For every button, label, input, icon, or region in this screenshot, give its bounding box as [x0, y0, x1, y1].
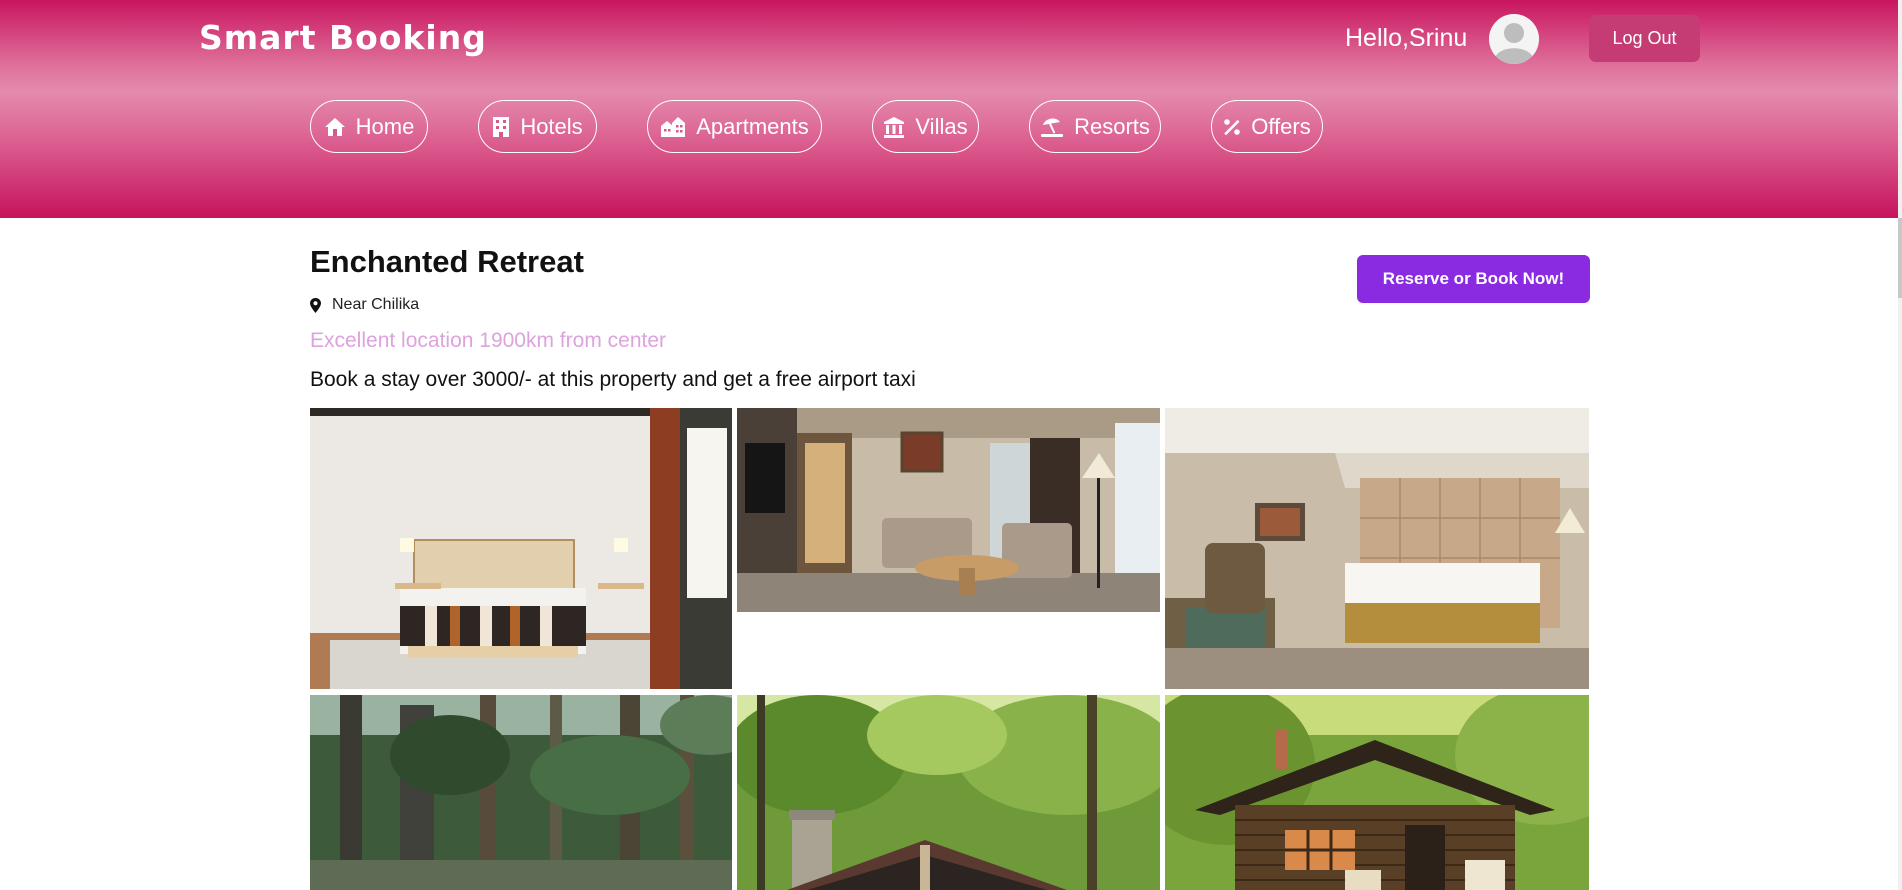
nav-apartments[interactable]: Apartments	[647, 100, 822, 153]
scrollbar-thumb[interactable]	[1898, 218, 1902, 298]
nav-offers[interactable]: Offers	[1211, 100, 1323, 153]
brand-logo[interactable]: Smart Booking	[199, 18, 487, 57]
nav-home-label: Home	[355, 113, 415, 139]
property-title: Enchanted Retreat	[310, 244, 584, 279]
top-header: Smart Booking Hello,Srinu Log Out Home H…	[0, 0, 1898, 218]
landmark-icon	[884, 116, 905, 138]
promo-text: Book a stay over 3000/- at this property…	[310, 368, 916, 391]
avatar[interactable]	[1489, 14, 1539, 64]
user-greeting: Hello,Srinu	[1345, 24, 1468, 52]
nav-hotels[interactable]: Hotels	[478, 100, 597, 153]
gallery-photo-bedroom[interactable]	[310, 408, 732, 689]
distance-note: Excellent location 1900km from center	[310, 329, 667, 352]
gallery-photo-log-cabin[interactable]	[1165, 695, 1589, 890]
umbrella-beach-icon	[1041, 117, 1064, 137]
nav-resorts-label: Resorts	[1074, 113, 1150, 139]
bedroom-image	[310, 408, 732, 689]
logout-button[interactable]: Log Out	[1589, 15, 1700, 62]
page-scrollbar[interactable]	[1898, 0, 1902, 890]
log-cabin-image	[1165, 695, 1589, 890]
living-room-image	[737, 408, 1160, 612]
percent-icon	[1224, 118, 1241, 135]
property-location: Near Chilika	[310, 296, 419, 314]
nav-resorts[interactable]: Resorts	[1029, 100, 1161, 153]
user-avatar-icon	[1489, 14, 1539, 64]
nav-villas-label: Villas	[915, 113, 968, 139]
reserve-button[interactable]: Reserve or Book Now!	[1357, 255, 1590, 303]
home-icon	[324, 117, 345, 136]
nav-offers-label: Offers	[1251, 113, 1311, 139]
nav-apartments-label: Apartments	[696, 113, 809, 139]
forest-image	[310, 695, 732, 890]
gallery-photo-living-room[interactable]	[737, 408, 1160, 612]
nav-villas[interactable]: Villas	[872, 100, 979, 153]
building-icon	[493, 116, 510, 137]
gallery-photo-forest-cabin[interactable]	[737, 695, 1160, 890]
forest-cabin-image	[737, 695, 1160, 890]
location-label: Near Chilika	[332, 296, 420, 313]
hotel-room-image	[1165, 408, 1589, 689]
gallery-photo-forest[interactable]	[310, 695, 732, 890]
apartments-icon	[661, 116, 686, 137]
gallery-photo-hotel-room[interactable]	[1165, 408, 1589, 689]
nav-home[interactable]: Home	[310, 100, 428, 153]
map-pin-icon	[310, 297, 321, 313]
nav-hotels-label: Hotels	[520, 113, 583, 139]
